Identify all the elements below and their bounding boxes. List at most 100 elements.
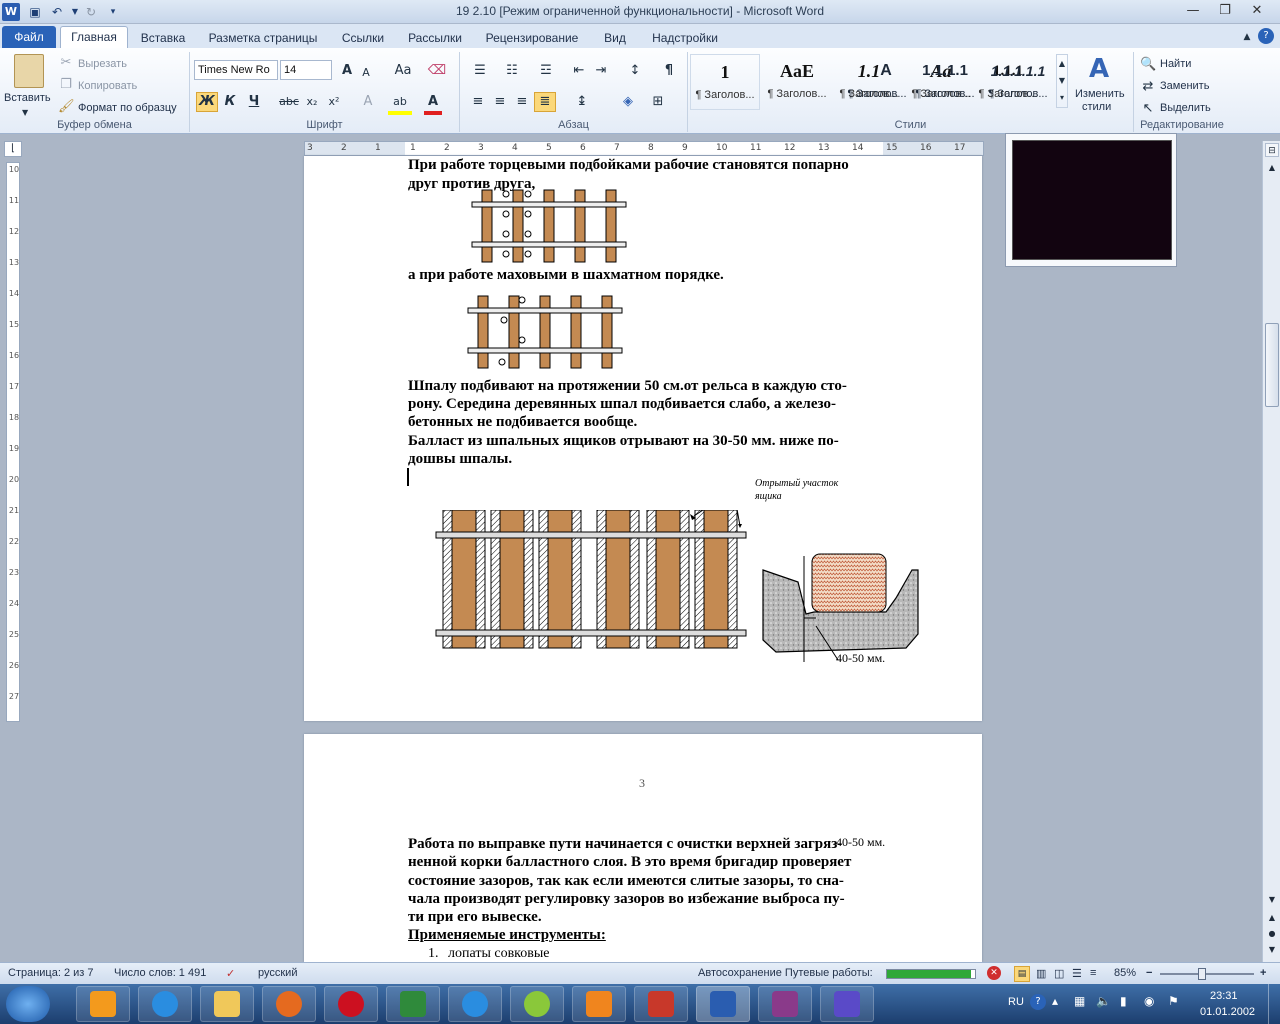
vertical-ruler[interactable]: 10 11 12 13 14 15 16 17 18 19 20 21 22 23 24 25 26 27 — [6, 162, 20, 722]
print-layout-icon[interactable]: ▤ — [1014, 966, 1030, 982]
underline-button[interactable]: Ч — [244, 93, 264, 111]
sort-icon[interactable]: ↕ — [626, 62, 644, 80]
decrease-indent-icon[interactable]: ⇤ — [570, 62, 588, 80]
taskbar-powerpoint[interactable] — [634, 986, 688, 1022]
select-button[interactable]: Выделить — [1160, 102, 1211, 114]
spellcheck-icon[interactable]: ✓ — [226, 967, 235, 980]
line-spacing-icon[interactable]: ↨ — [570, 93, 594, 111]
font-size-combo[interactable]: 14 — [280, 60, 332, 80]
next-page-icon[interactable]: ▼ — [1265, 943, 1279, 957]
change-styles-label-2[interactable]: стили — [1082, 101, 1111, 113]
change-styles-label-1[interactable]: Изменить — [1075, 88, 1125, 100]
taskbar-pen-tool[interactable] — [820, 986, 874, 1022]
copy-icon[interactable]: ❐ — [58, 76, 74, 94]
font-color-button[interactable]: A — [424, 93, 442, 115]
clock-date[interactable]: 01.01.2002 — [1200, 1006, 1255, 1018]
italic-button[interactable]: К — [220, 93, 240, 111]
numbering-icon[interactable]: ☷ — [500, 62, 524, 80]
taskbar-opera[interactable] — [324, 986, 378, 1022]
restore-button[interactable]: ❐ — [1212, 2, 1238, 20]
format-painter-icon[interactable]: 🖌 — [58, 98, 75, 116]
previous-page-icon[interactable]: ▲ — [1265, 911, 1279, 925]
tab-addins[interactable]: Надстройки — [642, 28, 728, 48]
style-heading-8[interactable]: 1.1.1.1.1 ¶ Заголов... — [982, 54, 1054, 110]
clock-time[interactable]: 23:31 — [1210, 990, 1238, 1002]
split-view-icon[interactable]: ⊟ — [1265, 143, 1279, 157]
scroll-down-icon[interactable]: ▼ — [1265, 893, 1279, 907]
tab-references[interactable]: Ссылки — [332, 28, 394, 48]
taskbar-winrar[interactable] — [758, 986, 812, 1022]
select-icon[interactable]: ↖ — [1140, 100, 1156, 118]
horizontal-ruler[interactable]: 3 2 1 1 2 3 4 5 6 7 8 9 10 11 12 13 14 15 16 17 — [304, 141, 984, 156]
find-button[interactable]: Найти — [1160, 58, 1191, 70]
language-indicator[interactable]: русский — [258, 967, 297, 979]
web-layout-icon[interactable]: ◫ — [1054, 967, 1064, 980]
minimize-ribbon-icon[interactable]: ▲ — [1240, 28, 1254, 46]
tray-flag-icon[interactable]: ⚑ — [1168, 994, 1179, 1008]
style-heading-6[interactable]: A — [866, 54, 906, 110]
scroll-up-icon[interactable]: ▲ — [1265, 161, 1279, 175]
signal-icon[interactable]: ▮ — [1120, 994, 1127, 1008]
grow-font-button[interactable]: A — [338, 62, 356, 80]
cut-button[interactable]: Вырезать — [78, 58, 127, 70]
show-desktop-button[interactable] — [1268, 984, 1280, 1024]
zoom-out-button[interactable]: − — [1146, 967, 1152, 979]
taskbar-mail[interactable] — [448, 986, 502, 1022]
tab-file[interactable]: Файл — [2, 26, 56, 48]
taskbar-word[interactable] — [696, 986, 750, 1022]
zoom-slider[interactable] — [1160, 973, 1254, 975]
outline-icon[interactable]: ☰ — [1072, 967, 1082, 980]
full-screen-reading-icon[interactable]: ▥ — [1036, 967, 1046, 980]
vertical-scrollbar[interactable]: ⊟ ▲ ▼ ▲ ● ▼ — [1262, 141, 1280, 962]
taskbar-explorer[interactable] — [200, 986, 254, 1022]
text-effects-icon[interactable]: A — [358, 93, 378, 111]
close-button[interactable]: ✕ — [1244, 2, 1270, 20]
show-formatting-button[interactable]: ¶ — [660, 62, 678, 80]
zoom-in-button[interactable]: + — [1260, 967, 1266, 979]
help-icon[interactable]: ? — [1258, 28, 1274, 44]
taskbar-firefox[interactable] — [262, 986, 316, 1022]
volume-icon[interactable]: 🔈 — [1096, 994, 1111, 1008]
superscript-button[interactable]: x² — [324, 93, 344, 111]
scroll-thumb[interactable] — [1265, 323, 1279, 407]
replace-icon[interactable]: ⇄ — [1140, 78, 1156, 96]
network-icon[interactable]: ▦ — [1074, 994, 1085, 1008]
multilevel-list-icon[interactable]: ☲ — [534, 62, 558, 80]
change-styles-icon[interactable]: A — [1084, 54, 1114, 84]
format-painter-button[interactable]: Формат по образцу — [78, 102, 177, 114]
tab-page-layout[interactable]: Разметка страницы — [200, 28, 326, 48]
styles-scroll-icon[interactable]: ▲ ▼ ▾ — [1056, 54, 1068, 108]
style-heading-2[interactable]: AaE ¶ Заголов... — [762, 54, 832, 110]
change-case-button[interactable]: Aa — [390, 62, 416, 80]
taskbar-media-player[interactable] — [76, 986, 130, 1022]
zoom-slider-thumb[interactable] — [1198, 968, 1206, 980]
tab-review[interactable]: Рецензирование — [476, 28, 588, 48]
taskbar-odnoklassniki[interactable] — [572, 986, 626, 1022]
page-1[interactable]: При работе торцевыми подбойками рабочие … — [304, 156, 982, 721]
increase-indent-icon[interactable]: ⇥ — [592, 62, 610, 80]
draft-icon[interactable]: ≡ — [1090, 967, 1096, 979]
tab-view[interactable]: Вид — [594, 28, 636, 48]
subscript-button[interactable]: x₂ — [302, 93, 322, 111]
paste-icon[interactable] — [14, 54, 44, 88]
style-heading-1[interactable]: 1 ¶ Заголов... — [690, 54, 760, 110]
cut-icon[interactable]: ✂ — [58, 54, 74, 72]
align-left-icon[interactable]: ≡ — [468, 93, 488, 111]
font-name-combo[interactable]: Times New Ro — [194, 60, 278, 80]
align-right-icon[interactable]: ≡ — [512, 93, 532, 111]
style-heading-7[interactable]: 1.1.1.1 ¶ Заголов... — [910, 54, 980, 110]
clear-formatting-icon[interactable]: ⌫ — [426, 62, 448, 80]
copy-button[interactable]: Копировать — [78, 80, 137, 92]
find-icon[interactable]: 🔍 — [1140, 56, 1156, 74]
tray-arrow-icon[interactable]: ▴ — [1052, 994, 1058, 1008]
strikethrough-button[interactable]: abc — [278, 93, 300, 111]
taskbar-internet-explorer[interactable] — [138, 986, 192, 1022]
help-tray-icon[interactable]: ? — [1030, 994, 1046, 1010]
page-2[interactable]: 3 40-50 мм. Работа по выправке пути начи… — [304, 734, 982, 962]
shrink-font-button[interactable]: A — [358, 64, 374, 82]
minimize-button[interactable]: — — [1180, 2, 1206, 20]
bold-button[interactable]: Ж — [196, 92, 218, 112]
start-button-icon[interactable] — [6, 986, 50, 1022]
tab-selector-icon[interactable]: ⌊ — [4, 141, 22, 157]
borders-icon[interactable]: ⊞ — [646, 93, 670, 111]
